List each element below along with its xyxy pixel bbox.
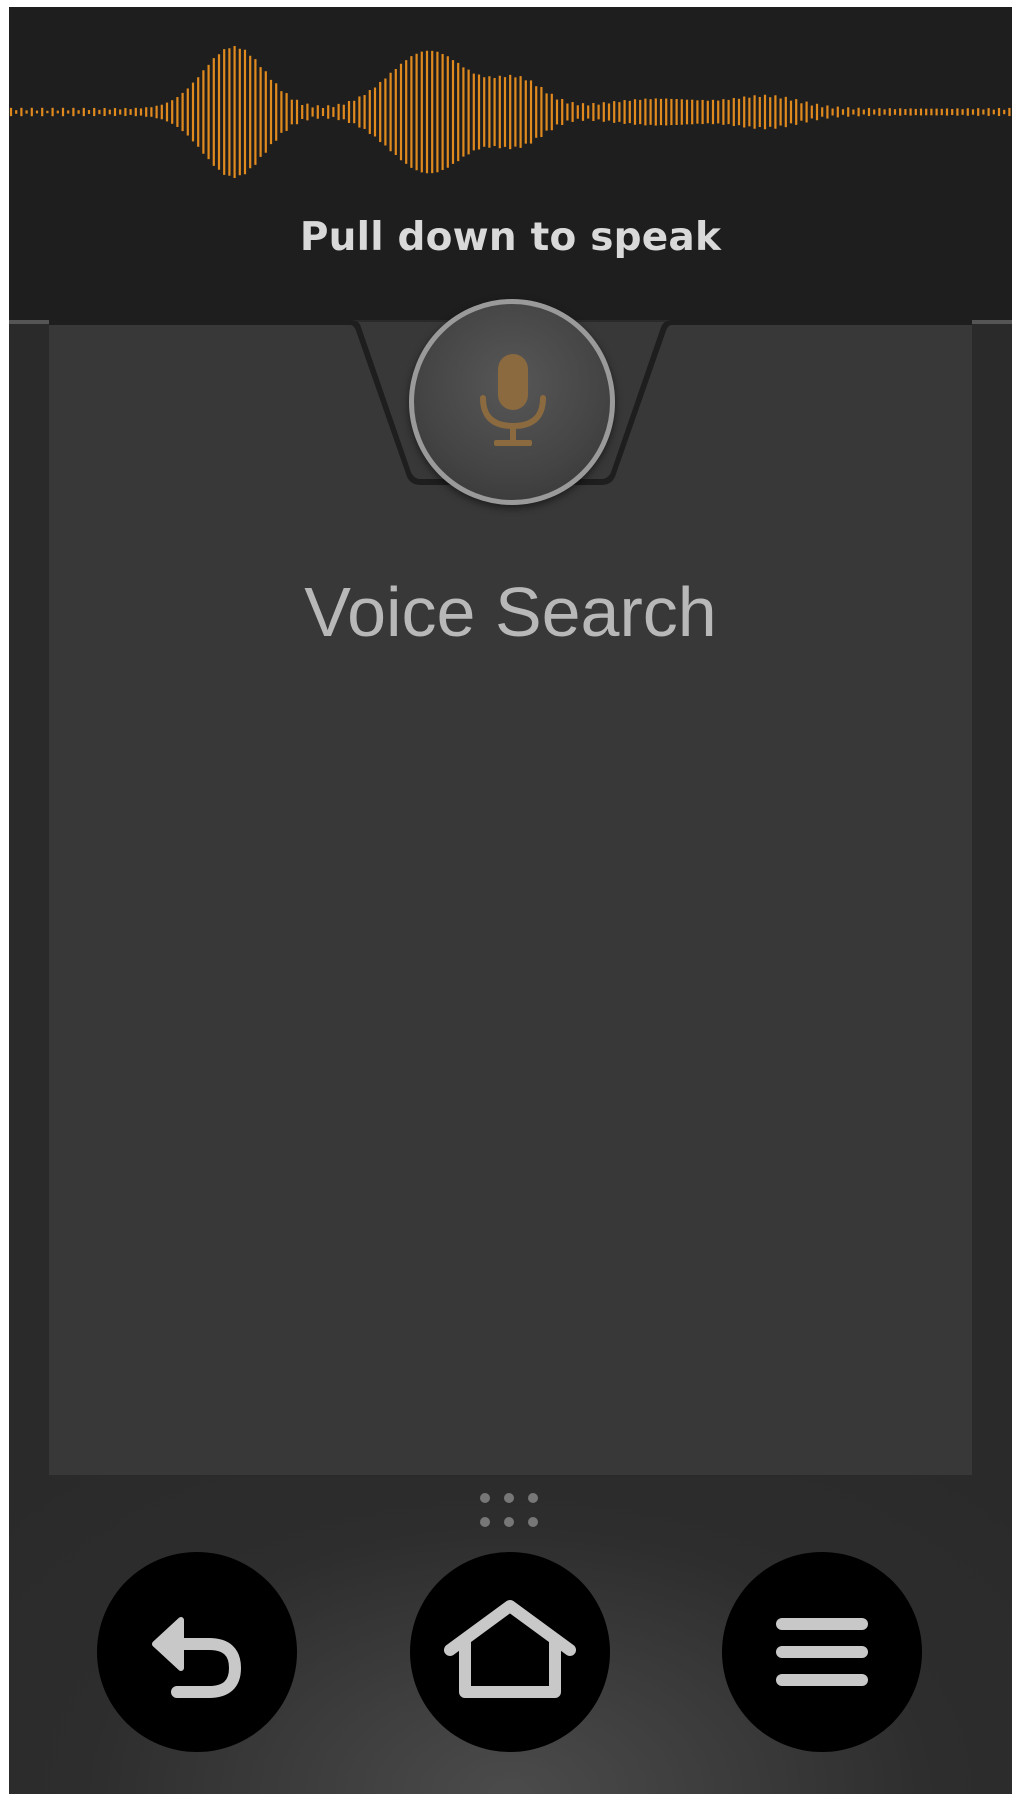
app-screen: Pull down to speak Voice Search	[9, 7, 1012, 1794]
voice-input-panel: Pull down to speak	[9, 7, 1012, 320]
back-button[interactable]	[97, 1552, 297, 1752]
microphone-button[interactable]	[409, 299, 615, 505]
audio-waveform	[9, 46, 1011, 178]
microphone-icon	[480, 354, 546, 446]
home-button[interactable]	[410, 1552, 610, 1752]
back-arrow-icon	[152, 1617, 241, 1698]
pull-down-hint: Pull down to speak	[299, 215, 722, 260]
home-icon	[444, 1600, 576, 1698]
page-title: Voice Search	[304, 573, 717, 651]
drag-handle-icon[interactable]	[480, 1493, 542, 1533]
hamburger-menu-icon	[776, 1618, 868, 1686]
menu-button[interactable]	[722, 1552, 922, 1752]
